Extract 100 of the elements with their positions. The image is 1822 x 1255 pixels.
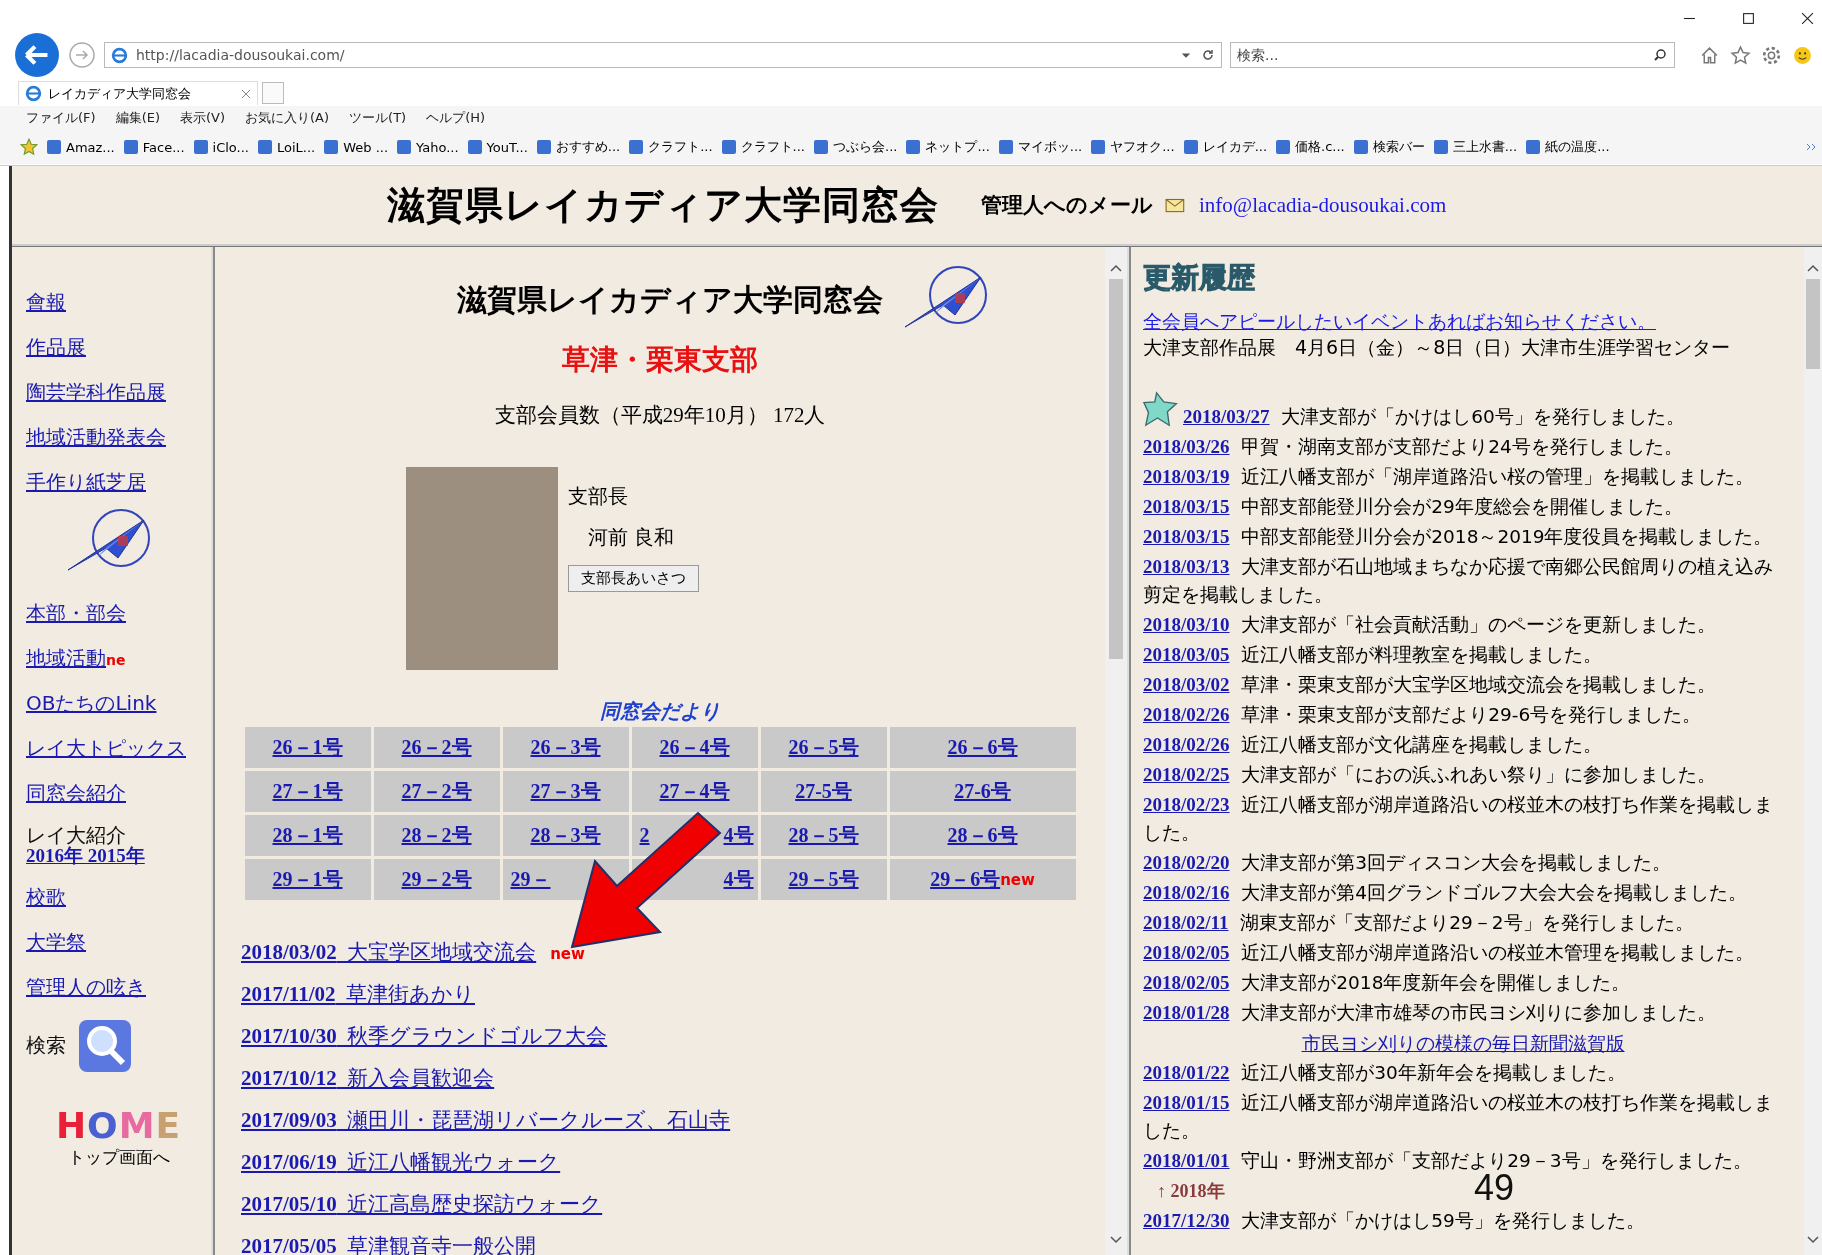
browser-tab[interactable]: レイカディア大学同窓会 [18,81,258,105]
issue-link[interactable]: 27-5号 [795,778,852,805]
date-link[interactable]: 2018/01/01 [1143,1150,1230,1171]
issue-link[interactable]: 26－5号 [788,734,859,761]
star-icon[interactable] [1730,44,1751,66]
address-field[interactable]: http://lacadia-dousoukai.com/ [104,42,1222,68]
issue-link[interactable]: 26－4号 [659,734,730,761]
menu-item[interactable]: お気に入り(A) [245,109,330,127]
issue-link[interactable]: 29－6号 [930,866,1001,893]
event-link[interactable]: 2017/11/02 草津街あかり [241,980,475,1008]
favorite-link[interactable]: クラフト... [721,138,805,156]
date-link[interactable]: 2018/03/26 [1143,436,1230,457]
sidebar-link[interactable]: 手作り紙芝居 [26,469,211,496]
event-link[interactable]: 2017/10/30 秋季グラウンドゴルフ大会 [241,1022,608,1050]
issue-link[interactable]: 27－1号 [272,778,343,805]
issue-link[interactable]: 29－ [510,866,551,893]
issue-link[interactable]: 26－6号 [947,734,1018,761]
issue-link[interactable]: 2 [639,824,650,847]
date-link[interactable]: 2018/02/26 [1143,704,1230,725]
favorite-link[interactable]: 三上水書... [1433,138,1518,156]
date-link[interactable]: 2018/03/27 [1183,406,1270,427]
event-link[interactable]: 2017/06/19 近江八幡観光ウォーク [241,1148,561,1176]
date-link[interactable]: 2018/03/13 [1143,556,1230,577]
issue-link[interactable]: 29－1号 [272,866,343,893]
favorite-link[interactable]: iClo... [193,139,249,155]
date-link[interactable]: 2017/12/30 [1143,1210,1230,1231]
favorite-link[interactable]: レイカデ... [1183,138,1268,156]
scroll-up-icon[interactable] [1109,263,1123,273]
greeting-button[interactable]: 支部長あいさつ [568,565,699,592]
home-caption[interactable]: トップ画面へ [67,1145,170,1169]
favorite-link[interactable]: 紙の温度... [1526,138,1610,156]
favorite-link[interactable]: Amaz... [47,139,115,155]
sidebar-link[interactable]: 會報 [26,289,211,316]
menu-item[interactable]: 編集(E) [115,109,160,127]
issue-link[interactable]: 28－1号 [272,822,343,849]
date-link[interactable]: 2018/03/19 [1143,466,1230,487]
favorites-star-icon[interactable] [20,138,38,156]
favorite-link[interactable]: Yaho... [397,139,459,155]
scroll-down-icon[interactable] [1806,1235,1820,1245]
favorite-link[interactable]: YouT... [467,139,528,155]
article-link[interactable]: 市民ヨシ刈りの模様の毎日新聞滋賀版 [1301,1029,1625,1057]
sidebar-link[interactable]: 地域活動 [26,645,106,672]
issue-link[interactable]: 28－5号 [788,822,859,849]
issue-link[interactable]: 26－2号 [401,734,472,761]
date-link[interactable]: 2018/02/11 [1143,912,1229,933]
back-icon[interactable] [14,32,60,78]
issue-link[interactable]: 4号 [723,866,754,893]
event-link[interactable]: 2017/10/12 新入会員歓迎会 [241,1064,495,1092]
date-link[interactable]: 2018/02/25 [1143,764,1230,785]
menu-item[interactable]: ヘルプ(H) [426,109,486,127]
refresh-icon[interactable] [1201,48,1215,62]
favorite-link[interactable]: 検索バー [1353,138,1425,156]
event-link[interactable]: 2017/09/03 瀬田川・琵琶湖リバークルーズ、石山寺 [241,1106,731,1134]
date-link[interactable]: 2018/02/05 [1143,972,1230,993]
scrollbar-thumb[interactable] [1109,279,1123,659]
issue-link[interactable]: 26－1号 [272,734,343,761]
date-link[interactable]: 2018/02/23 [1143,794,1230,815]
issue-link[interactable]: 29－5号 [788,866,859,893]
date-link[interactable]: 2018/03/05 [1143,644,1230,665]
sidebar-link[interactable]: 陶芸学科作品展 [26,379,211,406]
favorite-link[interactable]: つぶら会... [814,138,898,156]
date-link[interactable]: 2018/01/15 [1143,1092,1230,1113]
issue-link[interactable]: 27－2号 [401,778,472,805]
issue-link[interactable]: 4号 [723,822,754,849]
menu-item[interactable]: ファイル(F) [26,109,96,127]
favorite-link[interactable]: 価格.c... [1276,138,1345,156]
issue-link[interactable]: 27－3号 [530,778,601,805]
search-icon[interactable] [1653,48,1667,62]
favorite-link[interactable]: Web ... [324,139,389,155]
scroll-up-icon[interactable] [1806,263,1820,273]
issue-link[interactable]: 28－2号 [401,822,472,849]
sidebar-link[interactable]: 2016年 2015年 [26,846,211,866]
favorite-link[interactable]: ヤフオク... [1091,138,1175,156]
appeal-link[interactable]: 全会員へアピールしたいイベントあればお知らせください。 [1143,309,1794,335]
date-link[interactable]: 2018/03/02 [1143,674,1230,695]
issue-link[interactable]: 28－3号 [530,822,601,849]
date-link[interactable]: 2018/03/15 [1143,526,1230,547]
sidebar-link[interactable]: 本部・部会 [26,600,126,627]
date-link[interactable]: 2018/02/05 [1143,942,1230,963]
date-link[interactable]: 2018/03/15 [1143,496,1230,517]
favorite-link[interactable]: Face... [123,139,185,155]
close-icon[interactable] [1801,12,1814,25]
favorite-link[interactable]: おすすめ... [536,138,621,156]
smiley-icon[interactable] [1792,44,1813,66]
date-link[interactable]: 2018/02/26 [1143,734,1230,755]
favorite-link[interactable]: マイボッ... [998,138,1083,156]
date-link[interactable]: 2018/01/22 [1143,1062,1230,1083]
sidebar-link[interactable]: 同窓会紹介 [26,780,126,807]
scroll-down-icon[interactable] [1109,1235,1123,1245]
sidebar-link[interactable]: 大学祭 [26,928,211,956]
favorite-link[interactable]: ネットプ... [906,138,990,156]
issue-link[interactable]: 27－4号 [659,778,730,805]
event-link[interactable]: 2017/05/10 近江高島歴史探訪ウォーク [241,1190,603,1218]
date-link[interactable]: 2018/03/10 [1143,614,1230,635]
favorite-link[interactable]: LoiL... [258,139,316,155]
date-link[interactable]: 2018/02/20 [1143,852,1230,873]
sidebar-link[interactable]: 校歌 [26,883,211,911]
sidebar-link[interactable]: OBたちのLink [26,690,157,717]
settings-icon[interactable] [1761,44,1782,66]
chevron-icon[interactable] [1806,142,1818,152]
